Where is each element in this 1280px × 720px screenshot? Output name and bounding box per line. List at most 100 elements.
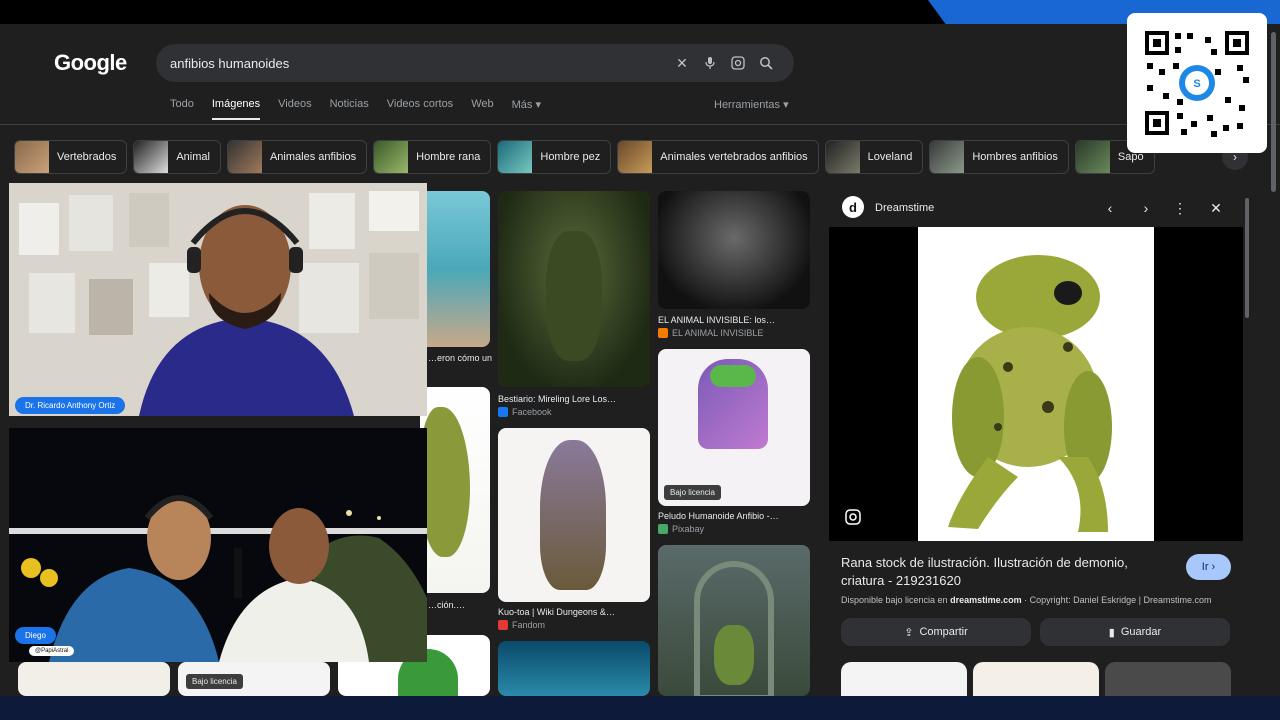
- result-source[interactable]: EL ANIMAL INVISIBLE: [658, 328, 763, 338]
- result-image-kuotoa[interactable]: [498, 428, 650, 602]
- chip-hombres-anfibios[interactable]: Hombres anfibios: [929, 140, 1069, 174]
- search-bar[interactable]: anfibios humanoides ✕: [156, 44, 794, 82]
- result-source[interactable]: Pixabay: [658, 524, 704, 534]
- tab-videos[interactable]: Videos: [278, 98, 311, 120]
- page-scrollbar[interactable]: [1271, 32, 1276, 192]
- chip-thumb: [134, 141, 169, 173]
- visit-button[interactable]: Ir ›: [1186, 554, 1231, 580]
- related-image[interactable]: [973, 662, 1099, 696]
- frog-shape: [714, 625, 754, 685]
- blogger-icon: [658, 328, 668, 338]
- clear-icon[interactable]: ✕: [668, 49, 696, 77]
- close-icon[interactable]: ✕: [1206, 198, 1226, 218]
- pixabay-icon: [658, 524, 668, 534]
- bookmark-icon: ▮: [1108, 626, 1115, 639]
- result-source[interactable]: Facebook: [498, 407, 552, 417]
- chip-vertebrados[interactable]: Vertebrados: [14, 140, 128, 174]
- result-image-licensed[interactable]: Bajo licencia: [178, 662, 330, 696]
- google-lens-icon[interactable]: [845, 509, 863, 527]
- tab-imagenes[interactable]: Imágenes: [211, 98, 261, 120]
- preview-image[interactable]: [829, 227, 1243, 541]
- frog-illustration: [948, 255, 1112, 532]
- fandom-icon: [498, 620, 508, 630]
- tab-videos-cortos[interactable]: Videos cortos: [387, 98, 453, 120]
- webcam-feed-guests: Diego @PapiAstral: [9, 428, 427, 662]
- dreamstime-logo-icon: d: [842, 196, 864, 218]
- chip-thumb: [374, 141, 409, 173]
- license-badge[interactable]: Bajo licencia: [664, 485, 721, 500]
- tab-todo[interactable]: Todo: [170, 98, 194, 120]
- panel-scrollbar[interactable]: [1245, 198, 1249, 318]
- creature-shape: [540, 440, 606, 590]
- webcam-scene: [9, 428, 427, 662]
- result-caption[interactable]: …eron cómo un…: [428, 353, 492, 363]
- chip-label: Animales anfibios: [269, 151, 357, 163]
- image-preview-panel: d Dreamstime ‹ › ⋮ ✕ Rana stock de ilust…: [826, 188, 1256, 696]
- chip-thumb: [930, 141, 965, 173]
- chip-hombre-pez[interactable]: Hombre pez: [497, 140, 612, 174]
- chip-thumb: [498, 141, 533, 173]
- stream-top-band: [0, 0, 1280, 24]
- chip-label: Animal: [176, 151, 210, 163]
- share-button[interactable]: ⇪ Compartir: [841, 618, 1031, 646]
- result-image-arch-frog[interactable]: [658, 545, 810, 696]
- chip-label: Animales vertebrados anfibios: [660, 151, 808, 163]
- chip-label: Hombre pez: [540, 151, 601, 163]
- panel-source-name[interactable]: Dreamstime: [875, 202, 934, 214]
- preview-image-canvas: [918, 227, 1154, 541]
- more-options-icon[interactable]: ⋮: [1170, 198, 1190, 218]
- next-icon[interactable]: ›: [1136, 198, 1156, 218]
- chip-thumb: [1075, 141, 1110, 173]
- chip-loveland[interactable]: Loveland: [824, 140, 924, 174]
- result-image-invisible[interactable]: [658, 191, 810, 309]
- search-tabs: Todo Imágenes Videos Noticias Videos cor…: [170, 98, 541, 120]
- result-title[interactable]: Peludo Humanoide Anfibio -…: [658, 511, 810, 521]
- preview-title[interactable]: Rana stock de ilustración. Ilustración d…: [841, 554, 1171, 590]
- tools-button[interactable]: Herramientas ▾: [714, 98, 789, 111]
- chip-animales-vertebrados-anfibios[interactable]: Animales vertebrados anfibios: [617, 140, 819, 174]
- chip-label: Vertebrados: [57, 151, 117, 163]
- result-title[interactable]: EL ANIMAL INVISIBLE: los…: [658, 315, 810, 325]
- tab-web[interactable]: Web: [471, 98, 493, 120]
- license-badge[interactable]: Bajo licencia: [186, 674, 243, 689]
- guest-handle-tag: @PapiAstral: [29, 646, 75, 656]
- related-image[interactable]: [841, 662, 967, 696]
- chip-thumb: [15, 141, 49, 173]
- host-name-tag: Dr. Ricardo Anthony Ortiz: [15, 397, 126, 414]
- tab-mas[interactable]: Más ▾: [512, 98, 541, 120]
- chip-label: Hombre rana: [416, 151, 481, 163]
- save-button[interactable]: ▮ Guardar: [1040, 618, 1230, 646]
- header-divider: [0, 124, 1280, 125]
- result-image-peludo[interactable]: Bajo licencia: [658, 349, 810, 506]
- result-image-fish[interactable]: [498, 641, 650, 696]
- chip-label: Hombres anfibios: [972, 151, 1058, 163]
- related-image[interactable]: [1105, 662, 1231, 696]
- result-image-beach[interactable]: [420, 191, 490, 347]
- search-icon[interactable]: [752, 49, 780, 77]
- share-icon: ⇪: [904, 626, 914, 639]
- chip-thumb: [825, 141, 860, 173]
- creature-shape: [546, 231, 602, 361]
- frog-head-shape: [710, 365, 756, 387]
- previous-icon[interactable]: ‹: [1100, 198, 1120, 218]
- filter-chips: Vertebrados Animal Animales anfibios Hom…: [14, 140, 1254, 174]
- lens-icon[interactable]: [724, 49, 752, 77]
- chip-animales-anfibios[interactable]: Animales anfibios: [226, 140, 368, 174]
- search-input[interactable]: anfibios humanoides: [170, 56, 668, 71]
- result-source[interactable]: Fandom: [498, 620, 545, 630]
- webcam-feed-host: Dr. Ricardo Anthony Ortiz: [9, 183, 427, 416]
- google-logo[interactable]: Google: [54, 50, 127, 76]
- result-title[interactable]: Kuo-toa | Wiki Dungeons &…: [498, 607, 650, 617]
- chip-hombre-rana[interactable]: Hombre rana: [373, 140, 492, 174]
- chip-thumb: [618, 141, 653, 173]
- tab-noticias[interactable]: Noticias: [330, 98, 369, 120]
- chip-animal[interactable]: Animal: [133, 140, 221, 174]
- result-image-frog[interactable]: [420, 387, 490, 593]
- license-line: Disponible bajo licencia en dreamstime.c…: [841, 595, 1212, 605]
- facebook-icon: [498, 407, 508, 417]
- microphone-icon[interactable]: [696, 49, 724, 77]
- result-caption[interactable]: …ción.…: [428, 600, 492, 610]
- result-title[interactable]: Bestiario: Mireling Lore Los…: [498, 394, 650, 404]
- result-image-mireling[interactable]: [498, 191, 650, 387]
- result-image-boots[interactable]: [18, 662, 170, 696]
